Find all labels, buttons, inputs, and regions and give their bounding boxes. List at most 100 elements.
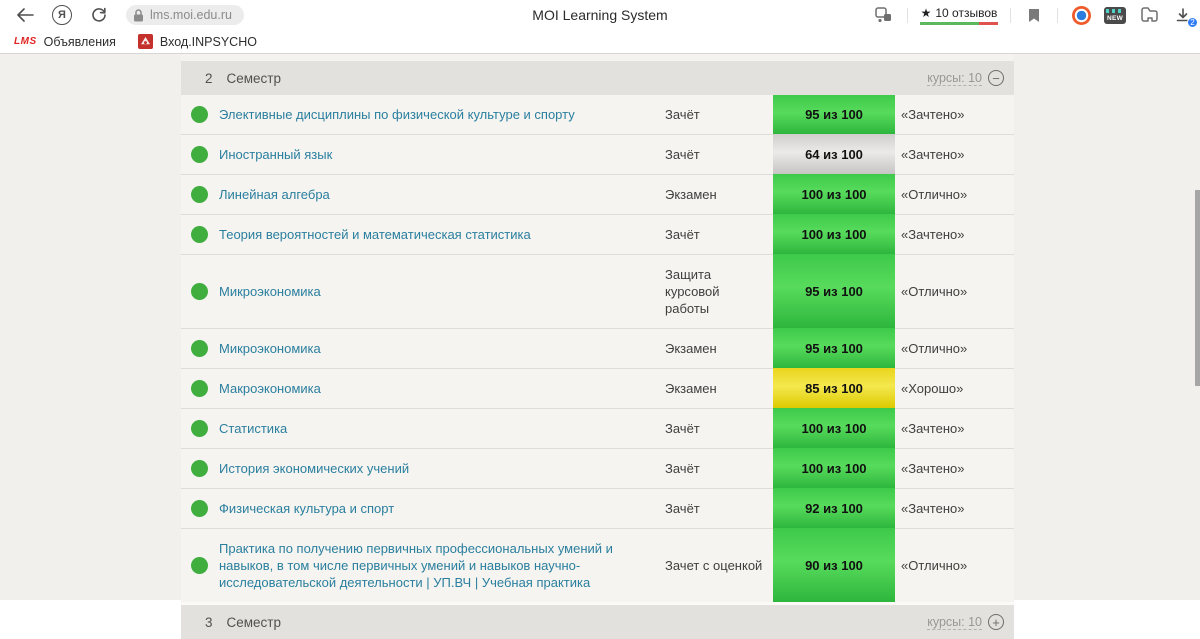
course-link[interactable]: Физическая культура и спорт bbox=[219, 500, 416, 517]
course-cell: Статистика bbox=[219, 408, 665, 448]
course-row: Микроэкономика Экзамен 95 из 100 «Отличн… bbox=[181, 328, 1014, 368]
downloads-button[interactable]: 2 bbox=[1172, 4, 1198, 28]
refresh-button[interactable] bbox=[88, 4, 110, 26]
status-cell bbox=[181, 528, 219, 602]
downloads-count-badge: 2 bbox=[1187, 17, 1198, 28]
grade-label: «Отлично» bbox=[895, 254, 1014, 328]
status-cell bbox=[181, 174, 219, 214]
reviews-widget[interactable]: ★ 10 отзывов bbox=[920, 6, 998, 25]
lms-page: 2 Семестр курсы: 10 − Элективные дисципл… bbox=[0, 54, 1200, 639]
course-link[interactable]: Элективные дисциплины по физической куль… bbox=[219, 106, 597, 123]
grade-label: «Зачтено» bbox=[895, 214, 1014, 254]
status-dot-icon bbox=[191, 283, 208, 300]
bookmark-glyph-icon bbox=[1029, 8, 1039, 22]
score-cell: 100 из 100 bbox=[773, 448, 895, 488]
semester-2-header: 2 Семестр курсы: 10 − bbox=[181, 61, 1014, 95]
rating-bar-positive bbox=[920, 21, 980, 25]
status-cell bbox=[181, 214, 219, 254]
course-link[interactable]: Статистика bbox=[219, 420, 309, 437]
bookmark-item-inpsycho[interactable]: Вход.INPSYCHO bbox=[132, 32, 263, 51]
assessment-type: Защита курсовой работы bbox=[665, 254, 773, 328]
semester-number: 2 bbox=[205, 70, 213, 86]
grade-label: «Отлично» bbox=[895, 174, 1014, 214]
toolbar-divider bbox=[1010, 7, 1011, 23]
back-arrow-icon bbox=[17, 8, 34, 22]
star-icon: ★ bbox=[920, 5, 932, 20]
toolbar-divider bbox=[907, 7, 908, 23]
new-badge-label: NEW bbox=[1106, 14, 1124, 22]
status-dot-icon bbox=[191, 420, 208, 437]
status-cell bbox=[181, 488, 219, 528]
bookmarks-bar: LMS Объявления Вход.INPSYCHO bbox=[0, 30, 1200, 53]
course-link[interactable]: История экономических учений bbox=[219, 460, 431, 477]
semester-label: Семестр bbox=[226, 614, 282, 630]
refresh-icon bbox=[92, 7, 106, 22]
extension-color-circle-icon[interactable] bbox=[1070, 4, 1092, 26]
assessment-type: Зачёт bbox=[665, 134, 773, 174]
status-dot-icon bbox=[191, 106, 208, 123]
status-dot-icon bbox=[191, 557, 208, 574]
bookmark-item-announcements[interactable]: LMS Объявления bbox=[8, 33, 122, 51]
score-cell: 95 из 100 bbox=[773, 254, 895, 328]
grade-label: «Зачтено» bbox=[895, 448, 1014, 488]
grade-label: «Отлично» bbox=[895, 528, 1014, 602]
collections-tag-icon[interactable] bbox=[1138, 4, 1160, 26]
course-row: Макроэкономика Экзамен 85 из 100 «Хорошо… bbox=[181, 368, 1014, 408]
course-cell: Линейная алгебра bbox=[219, 174, 665, 214]
course-row: Иностранный язык Зачёт 64 из 100 «Зачтен… bbox=[181, 134, 1014, 174]
assessment-type: Экзамен bbox=[665, 368, 773, 408]
bookmark-label: Вход.INPSYCHO bbox=[159, 34, 257, 49]
assessment-type: Зачёт bbox=[665, 214, 773, 254]
course-link[interactable]: Микроэкономика bbox=[219, 340, 343, 357]
reviews-rating-bar bbox=[920, 21, 998, 25]
course-cell: Физическая культура и спорт bbox=[219, 488, 665, 528]
assessment-type: Зачёт bbox=[665, 107, 700, 122]
score-cell: 100 из 100 bbox=[773, 408, 895, 448]
bookmark-flag-icon[interactable] bbox=[1023, 4, 1045, 26]
semester-number: 3 bbox=[205, 614, 213, 630]
status-cell bbox=[181, 95, 219, 134]
courses-count-link[interactable]: курсы: 10 bbox=[927, 615, 982, 630]
course-cell: Микроэкономика bbox=[219, 254, 665, 328]
course-link[interactable]: Практика по получению первичных професси… bbox=[219, 540, 665, 591]
course-link[interactable]: Иностранный язык bbox=[219, 146, 354, 163]
tag-glyph-icon bbox=[1141, 7, 1158, 22]
courses-count-link[interactable]: курсы: 10 bbox=[927, 71, 982, 86]
assessment-type: Зачет с оценкой bbox=[665, 528, 773, 602]
score-cell: 64 из 100 bbox=[773, 134, 895, 174]
course-link[interactable]: Микроэкономика bbox=[219, 283, 343, 300]
back-button[interactable] bbox=[14, 4, 36, 26]
screenshot-new-icon[interactable]: NEW bbox=[1104, 4, 1126, 26]
score-cell: 100 из 100 bbox=[773, 174, 895, 214]
score-cell: 92 из 100 bbox=[773, 488, 895, 528]
grades-table: 2 Семестр курсы: 10 − Элективные дисципл… bbox=[181, 54, 1014, 639]
protect-glyph-icon bbox=[875, 7, 891, 22]
course-rows: Элективные дисциплины по физической куль… bbox=[181, 95, 1014, 602]
score-cell: 100 из 100 bbox=[773, 214, 895, 254]
address-bar[interactable]: lms.moi.edu.ru bbox=[126, 5, 244, 25]
yandex-logo-icon[interactable]: Я bbox=[52, 5, 72, 25]
semester-label: Семестр bbox=[226, 70, 282, 86]
semester-3-header: 3 Семестр курсы: 10 + bbox=[181, 605, 1014, 639]
status-cell bbox=[181, 368, 219, 408]
course-cell: Теория вероятностей и математическая ста… bbox=[219, 214, 665, 254]
lock-icon bbox=[134, 8, 143, 21]
grade-label: «Хорошо» bbox=[895, 368, 1014, 408]
status-cell bbox=[181, 134, 219, 174]
status-dot-icon bbox=[191, 500, 208, 517]
course-cell: Элективные дисциплины по физической куль… bbox=[219, 95, 665, 134]
course-link[interactable]: Теория вероятностей и математическая ста… bbox=[219, 226, 553, 243]
expand-semester-icon[interactable]: + bbox=[988, 614, 1004, 630]
assessment-type: Экзамен bbox=[665, 174, 773, 214]
grade-label: «Зачтено» bbox=[895, 134, 1014, 174]
grade-label: «Зачтено» bbox=[895, 488, 1014, 528]
status-cell bbox=[181, 328, 219, 368]
protect-icon[interactable] bbox=[873, 4, 895, 26]
score-cell: 95 из 100 bbox=[773, 95, 895, 134]
course-link[interactable]: Линейная алгебра bbox=[219, 186, 352, 203]
grade-label: «Отлично» bbox=[895, 328, 1014, 368]
vertical-scrollbar-thumb[interactable] bbox=[1195, 190, 1200, 386]
grade-label: «Зачтено» bbox=[901, 107, 965, 122]
course-link[interactable]: Макроэкономика bbox=[219, 380, 343, 397]
collapse-semester-icon[interactable]: − bbox=[988, 70, 1004, 86]
